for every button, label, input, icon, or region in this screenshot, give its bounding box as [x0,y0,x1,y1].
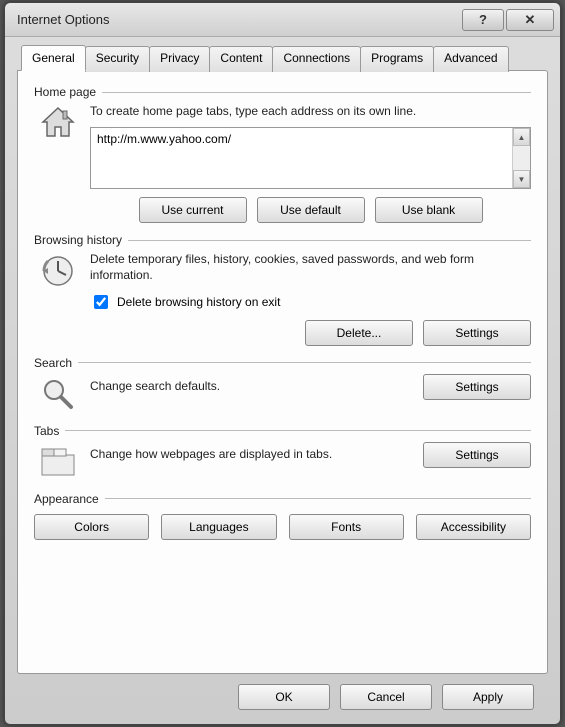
delete-on-exit-checkbox[interactable]: Delete browsing history on exit [90,292,531,312]
delete-on-exit-label: Delete browsing history on exit [117,295,280,309]
history-delete-button[interactable]: Delete... [305,320,413,346]
group-search: Search Change search defaults. Settings [34,356,531,414]
scrollbar[interactable]: ▲ ▼ [512,128,530,188]
accessibility-button[interactable]: Accessibility [416,514,531,540]
tab-privacy[interactable]: Privacy [149,46,210,72]
homepage-address-input[interactable] [91,128,512,188]
dialog-footer: OK Cancel Apply [17,674,548,714]
tab-security[interactable]: Security [85,46,150,72]
history-settings-button[interactable]: Settings [423,320,531,346]
tab-connections[interactable]: Connections [272,46,361,72]
use-default-button[interactable]: Use default [257,197,365,223]
group-label-tabs: Tabs [34,424,59,438]
divider [128,240,531,241]
homepage-desc: To create home page tabs, type each addr… [90,103,531,119]
ok-button[interactable]: OK [238,684,330,710]
history-desc: Delete temporary files, history, cookies… [90,251,531,283]
tabs-icon [38,442,78,482]
group-label-history: Browsing history [34,233,122,247]
tab-programs[interactable]: Programs [360,46,434,72]
tab-content[interactable]: Content [209,46,273,72]
fonts-button[interactable]: Fonts [289,514,404,540]
divider [105,498,531,499]
titlebar[interactable]: Internet Options ? ✕ [5,3,560,37]
client-area: General Security Privacy Content Connect… [5,37,560,724]
group-label-appearance: Appearance [34,492,99,506]
divider [78,362,531,363]
home-icon [38,103,78,143]
group-history: Browsing history Delete t [34,233,531,345]
help-button[interactable]: ? [462,9,504,31]
tab-panel-general: Home page To create home page tabs, type… [17,70,548,674]
search-settings-button[interactable]: Settings [423,374,531,400]
search-desc: Change search defaults. [90,378,411,394]
search-icon [38,374,78,414]
tabs-desc: Change how webpages are displayed in tab… [90,446,411,462]
use-current-button[interactable]: Use current [139,197,247,223]
tabs-settings-button[interactable]: Settings [423,442,531,468]
apply-button[interactable]: Apply [442,684,534,710]
tab-advanced[interactable]: Advanced [433,46,508,72]
divider [65,430,531,431]
tabstrip: General Security Privacy Content Connect… [17,45,548,71]
cancel-button[interactable]: Cancel [340,684,432,710]
dialog-window: Internet Options ? ✕ General Security Pr… [4,2,561,725]
close-button[interactable]: ✕ [506,9,554,31]
group-tabs: Tabs Change how webpages are displayed i [34,424,531,482]
history-icon [38,251,78,291]
divider [102,92,531,93]
window-title: Internet Options [17,12,460,27]
delete-on-exit-input[interactable] [94,295,108,309]
scroll-down-icon[interactable]: ▼ [513,170,530,188]
use-blank-button[interactable]: Use blank [375,197,483,223]
languages-button[interactable]: Languages [161,514,276,540]
group-label-search: Search [34,356,72,370]
group-homepage: Home page To create home page tabs, type… [34,85,531,223]
homepage-address-box: ▲ ▼ [90,127,531,189]
tab-general[interactable]: General [21,45,86,71]
colors-button[interactable]: Colors [34,514,149,540]
scroll-up-icon[interactable]: ▲ [513,128,530,146]
group-label-homepage: Home page [34,85,96,99]
group-appearance: Appearance Colors Languages Fonts Access… [34,492,531,540]
